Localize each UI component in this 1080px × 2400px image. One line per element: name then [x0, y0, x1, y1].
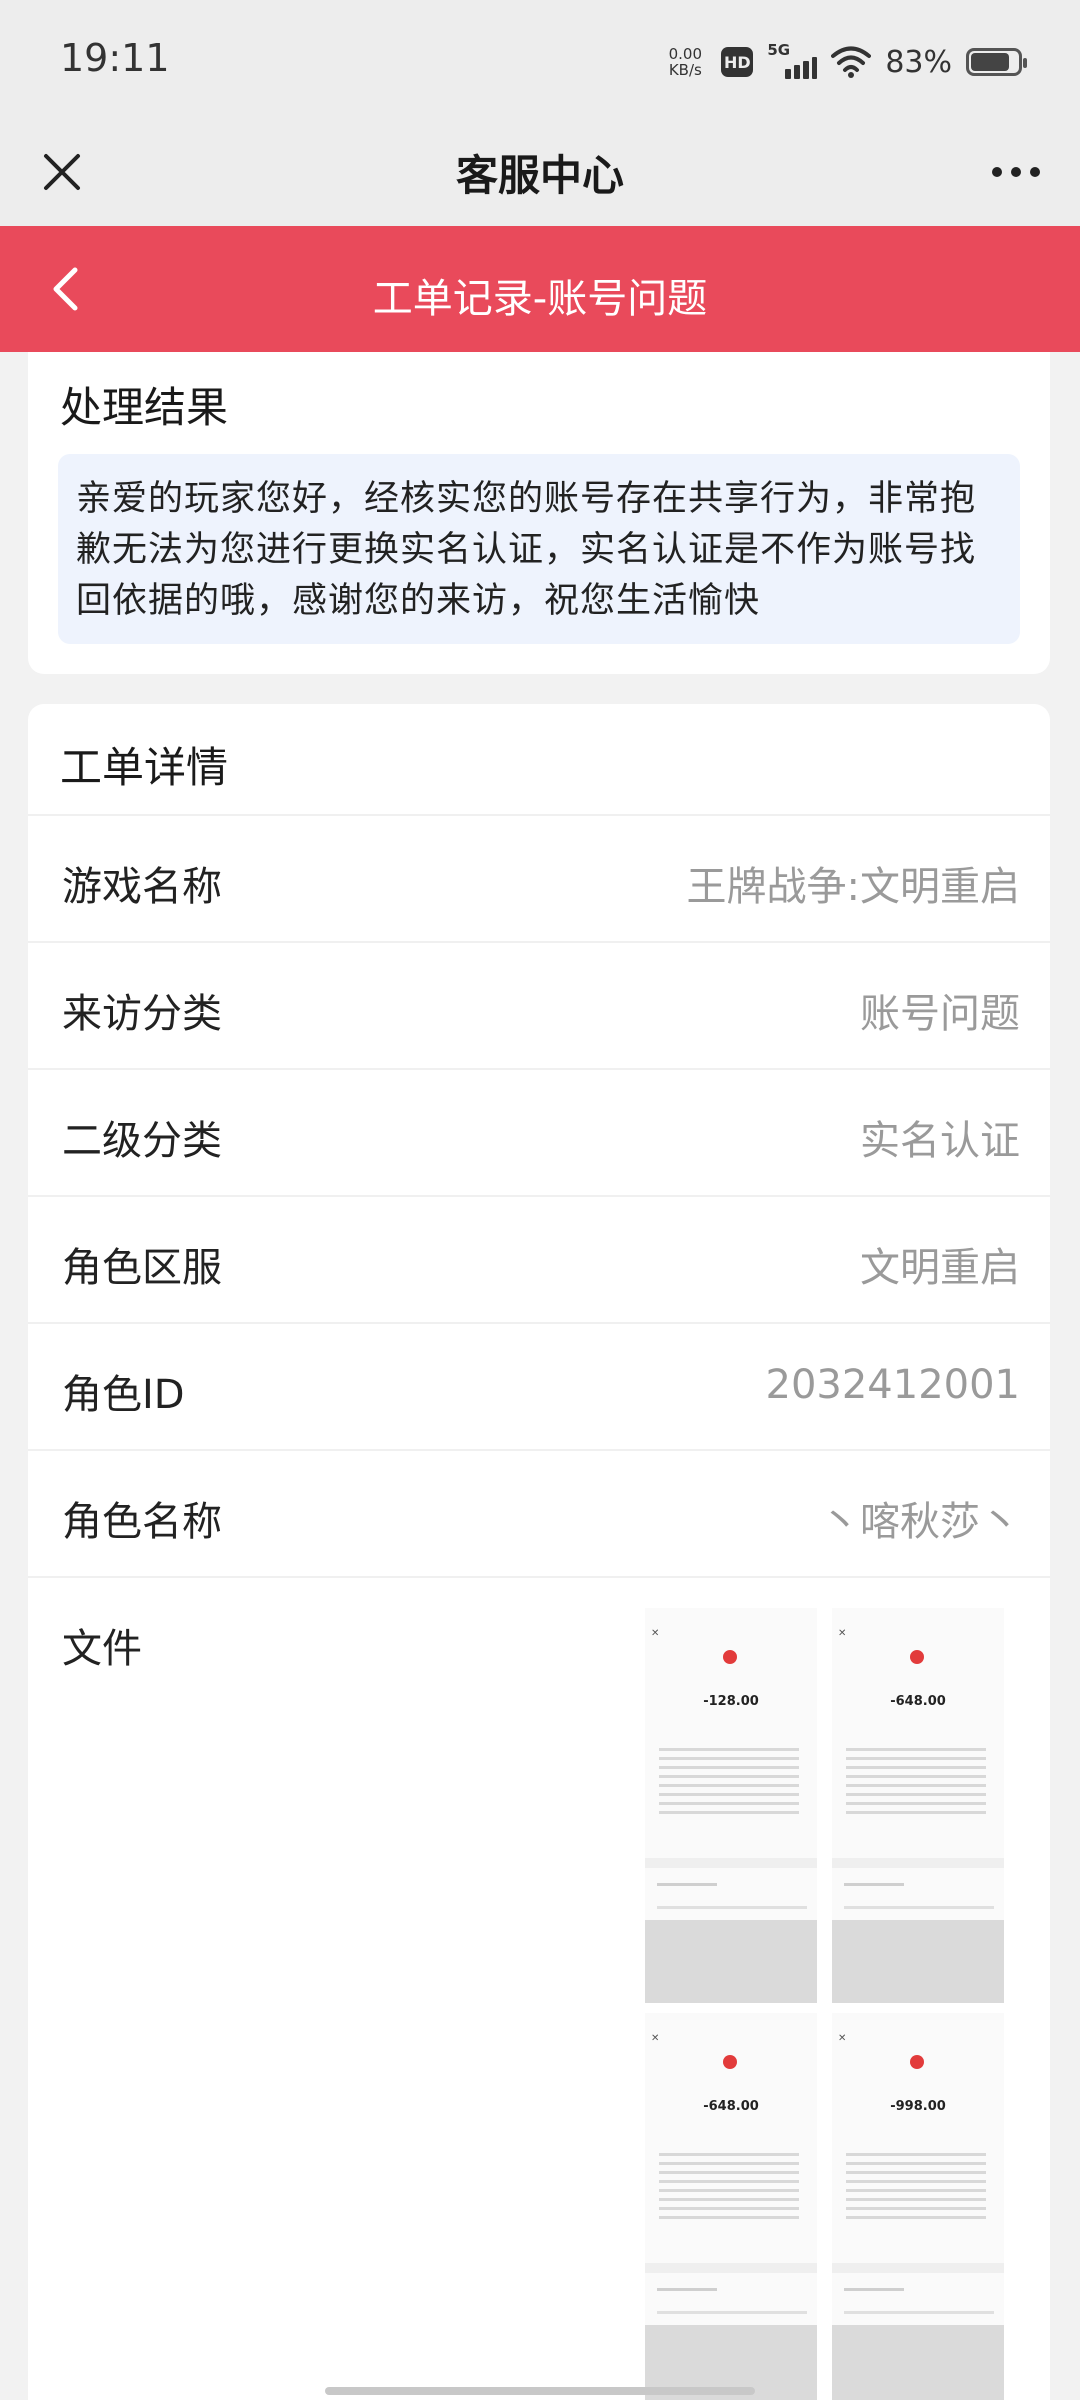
battery-percent: 83%	[885, 44, 952, 80]
detail-label: 角色区服	[62, 1245, 222, 1291]
file-thumbnail[interactable]: ✕ -128.00	[645, 1608, 817, 2003]
logo-icon	[910, 1650, 924, 1664]
page-title: 客服中心	[455, 151, 624, 200]
detail-row-server: 角色区服 文明重启	[28, 1195, 1050, 1322]
status-icons: 0.00 KB/s HD 5G 83%	[663, 38, 1027, 86]
logo-icon	[723, 2055, 737, 2069]
file-amount: -648.00	[890, 1694, 946, 1709]
files-label: 文件	[62, 1626, 142, 1672]
result-text: 亲爱的玩家您好，经核实您的账号存在共享行为，非常抱歉无法为您进行更换实名认证，实…	[58, 454, 1020, 644]
more-icon[interactable]	[976, 140, 1056, 204]
detail-value: 王牌战争:文明重启	[686, 864, 1020, 910]
nav-bar: 客服中心	[0, 120, 1080, 226]
detail-row-subcategory: 二级分类 实名认证	[28, 1068, 1050, 1195]
close-icon: ✕	[838, 2033, 847, 2044]
file-thumbnail[interactable]: ✕ -998.00	[832, 2013, 1004, 2400]
detail-label: 游戏名称	[62, 864, 222, 910]
status-time: 19:11	[60, 36, 170, 80]
detail-value: 2032412001	[765, 1362, 1021, 1408]
close-icon: ✕	[651, 1628, 660, 1639]
close-icon: ✕	[651, 2033, 660, 2044]
file-thumbnail[interactable]: ✕ -648.00	[645, 2013, 817, 2400]
file-amount: -128.00	[703, 1694, 759, 1709]
wifi-icon	[831, 46, 872, 78]
result-title: 处理结果	[60, 383, 229, 432]
file-thumbnail[interactable]: ✕ -648.00	[832, 1608, 1004, 2003]
detail-value: 文明重启	[860, 1245, 1020, 1291]
detail-row-files: 文件 ✕ -128.00 ✕ -648.00 ✕ -648.00 ✕ -998.…	[28, 1576, 1050, 2400]
details-card: 工单详情 游戏名称 王牌战争:文明重启 来访分类 账号问题 二级分类 实名认证 …	[28, 704, 1050, 2400]
detail-label: 二级分类	[62, 1118, 222, 1164]
signal-icon: 5G	[767, 41, 818, 79]
status-bar: 19:11 0.00 KB/s HD 5G 83%	[0, 0, 1080, 120]
battery-icon	[966, 48, 1027, 76]
logo-icon	[723, 1650, 737, 1664]
result-card: 处理结果 亲爱的玩家您好，经核实您的账号存在共享行为，非常抱歉无法为您进行更换实…	[28, 352, 1050, 674]
detail-row-role-id: 角色ID 2032412001	[28, 1322, 1050, 1449]
detail-row-category: 来访分类 账号问题	[28, 941, 1050, 1068]
detail-row-game: 游戏名称 王牌战争:文明重启	[28, 814, 1050, 941]
close-icon: ✕	[838, 1628, 847, 1639]
detail-label: 来访分类	[62, 991, 222, 1037]
file-amount: -648.00	[703, 2099, 759, 2114]
network-speed: 0.00 KB/s	[668, 45, 703, 79]
detail-value: 实名认证	[860, 1118, 1020, 1164]
detail-value: 账号问题	[860, 991, 1020, 1037]
detail-value: 丶喀秋莎丶	[820, 1499, 1020, 1545]
ticket-title: 工单记录-账号问题	[372, 276, 708, 322]
detail-row-role-name: 角色名称 丶喀秋莎丶	[28, 1449, 1050, 1576]
detail-label: 角色名称	[62, 1499, 222, 1545]
details-title: 工单详情	[60, 743, 229, 792]
logo-icon	[910, 2055, 924, 2069]
ticket-header: 工单记录-账号问题	[0, 226, 1080, 352]
detail-label: 角色ID	[62, 1372, 185, 1418]
home-indicator[interactable]	[325, 2387, 755, 2395]
hd-icon: HD	[721, 47, 754, 77]
file-amount: -998.00	[890, 2099, 946, 2114]
